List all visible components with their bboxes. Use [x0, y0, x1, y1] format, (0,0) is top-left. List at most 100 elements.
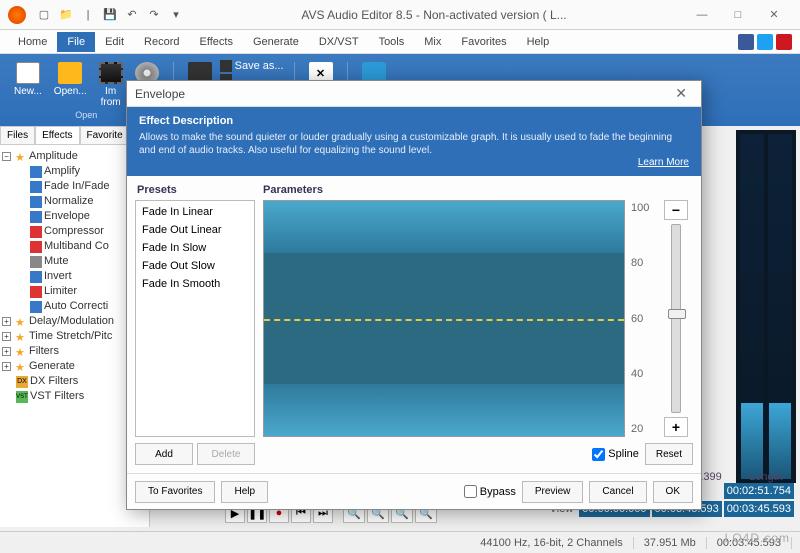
learn-more-link[interactable]: Learn More — [638, 157, 689, 168]
qat-sep: | — [80, 7, 96, 23]
menu-help[interactable]: Help — [517, 32, 560, 52]
zoom-in-graph-button[interactable]: + — [664, 417, 688, 437]
preset-item[interactable]: Fade Out Slow — [138, 257, 252, 275]
spline-checkbox[interactable]: Spline — [592, 448, 639, 461]
add-preset-button[interactable]: Add — [135, 443, 193, 465]
qat-dropdown-icon[interactable]: ▾ — [168, 7, 184, 23]
bypass-checkbox[interactable]: Bypass — [464, 485, 516, 498]
watermark: LO4D.com — [725, 531, 790, 545]
titlebar: ▢ 📁 | 💾 ↶ ↷ ▾ AVS Audio Editor 8.5 - Non… — [0, 0, 800, 30]
category-icon: ★ — [15, 346, 27, 358]
status-size: 37.951 Mb — [634, 537, 707, 549]
dialog-title: Envelope — [135, 87, 185, 101]
meter-right — [768, 134, 792, 479]
dialog-description-panel: Effect Description Allows to make the so… — [127, 107, 701, 176]
category-icon: ★ — [15, 151, 27, 163]
dx-icon: DX — [16, 376, 28, 388]
preview-button[interactable]: Preview — [522, 481, 584, 503]
ribbon-saveas-button[interactable]: Save as... — [220, 60, 284, 72]
effect-icon — [30, 181, 42, 193]
sel-end: 00:02:51.754 — [724, 483, 794, 499]
menu-record[interactable]: Record — [134, 32, 189, 52]
ribbon-open-button[interactable]: Open... — [50, 60, 91, 110]
presets-panel: Presets Fade In Linear Fade Out Linear F… — [135, 184, 255, 465]
expand-icon[interactable]: + — [2, 332, 11, 341]
collapse-icon[interactable]: − — [2, 152, 11, 161]
qat-new-icon[interactable]: ▢ — [36, 7, 52, 23]
slider-thumb[interactable] — [668, 309, 686, 319]
effect-icon — [30, 256, 42, 268]
menu-mix[interactable]: Mix — [414, 32, 451, 52]
quick-access-toolbar: ▢ 📁 | 💾 ↶ ↷ ▾ — [36, 7, 184, 23]
window-title: AVS Audio Editor 8.5 - Non-activated ver… — [184, 8, 684, 22]
menu-favorites[interactable]: Favorites — [451, 32, 516, 52]
to-favorites-button[interactable]: To Favorites — [135, 481, 215, 503]
preset-item[interactable]: Fade In Linear — [138, 203, 252, 221]
open-folder-icon — [58, 62, 82, 84]
menu-generate[interactable]: Generate — [243, 32, 309, 52]
preset-item[interactable]: Fade In Slow — [138, 239, 252, 257]
preset-item[interactable]: Fade In Smooth — [138, 275, 252, 293]
expand-icon[interactable]: + — [2, 317, 11, 326]
close-window-button[interactable]: ✕ — [756, 0, 792, 30]
expand-icon[interactable]: + — [2, 362, 11, 371]
zoom-slider-column: − + — [659, 200, 693, 437]
minimize-button[interactable]: — — [684, 0, 720, 30]
tab-favorites[interactable]: Favorite — [80, 126, 130, 144]
parameters-label: Parameters — [263, 184, 693, 196]
effect-icon — [30, 241, 42, 253]
menu-dxvst[interactable]: DX/VST — [309, 32, 369, 52]
zoom-slider[interactable] — [671, 224, 681, 413]
reset-button[interactable]: Reset — [645, 443, 693, 465]
category-icon: ★ — [15, 316, 27, 328]
effect-icon — [30, 301, 42, 313]
dialog-titlebar[interactable]: Envelope ✕ — [127, 81, 701, 107]
app-logo-icon — [8, 6, 26, 24]
effect-icon — [30, 196, 42, 208]
presets-label: Presets — [135, 184, 255, 196]
menu-home[interactable]: Home — [8, 32, 57, 52]
help-button[interactable]: Help — [221, 481, 268, 503]
category-icon: ★ — [15, 361, 27, 373]
desc-heading: Effect Description — [139, 115, 689, 127]
youtube-icon[interactable] — [776, 34, 792, 50]
ribbon-import-button[interactable]: Im from — [95, 60, 127, 110]
qat-save-icon[interactable]: 💾 — [102, 7, 118, 23]
ribbon-new-button[interactable]: New... — [10, 60, 46, 110]
tab-files[interactable]: Files — [0, 126, 35, 144]
menu-tools[interactable]: Tools — [369, 32, 415, 52]
graph-y-axis: 100 80 60 40 20 — [631, 200, 653, 437]
qat-undo-icon[interactable]: ↶ — [124, 7, 140, 23]
delete-preset-button[interactable]: Delete — [197, 443, 255, 465]
preset-item[interactable]: Fade Out Linear — [138, 221, 252, 239]
view-len: 00:03:45.593 — [724, 501, 794, 517]
tab-effects[interactable]: Effects — [35, 126, 79, 144]
effect-icon — [30, 226, 42, 238]
vst-icon: VST — [16, 391, 28, 403]
qat-redo-icon[interactable]: ↷ — [146, 7, 162, 23]
zoom-out-graph-button[interactable]: − — [664, 200, 688, 220]
category-icon: ★ — [15, 331, 27, 343]
facebook-icon[interactable] — [738, 34, 754, 50]
parameters-panel: Parameters 100 80 60 40 20 − — [263, 184, 693, 465]
desc-text: Allows to make the sound quieter or loud… — [139, 131, 689, 157]
qat-open-icon[interactable]: 📁 — [58, 7, 74, 23]
expand-icon[interactable]: + — [2, 347, 11, 356]
effect-icon — [30, 211, 42, 223]
envelope-dialog: Envelope ✕ Effect Description Allows to … — [126, 80, 702, 510]
twitter-icon[interactable] — [757, 34, 773, 50]
dialog-footer: To Favorites Help Bypass Preview Cancel … — [127, 473, 701, 509]
menu-edit[interactable]: Edit — [95, 32, 134, 52]
saveas-icon — [220, 60, 232, 72]
level-meters — [736, 130, 796, 483]
menu-effects[interactable]: Effects — [190, 32, 243, 52]
ok-button[interactable]: OK — [653, 481, 693, 503]
dialog-close-button[interactable]: ✕ — [669, 83, 693, 104]
maximize-button[interactable]: □ — [720, 0, 756, 30]
menu-file[interactable]: File — [57, 32, 95, 52]
presets-list[interactable]: Fade In Linear Fade Out Linear Fade In S… — [135, 200, 255, 437]
status-format: 44100 Hz, 16-bit, 2 Channels — [470, 537, 633, 549]
envelope-line[interactable] — [264, 319, 624, 321]
cancel-button[interactable]: Cancel — [589, 481, 646, 503]
envelope-graph[interactable] — [263, 200, 625, 437]
